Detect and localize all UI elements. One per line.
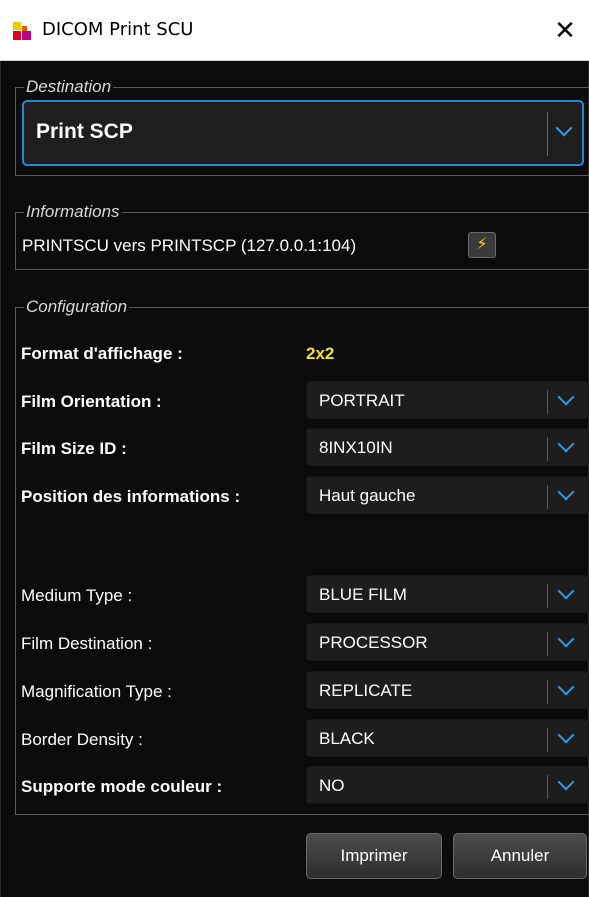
border-density-select[interactable]: BLACK [306,719,589,757]
chevron-down-icon [557,483,575,501]
cancel-button[interactable]: Annuler [453,833,587,879]
film-orientation-select[interactable]: PORTRAIT [306,381,589,419]
configuration-legend: Configuration [24,296,130,318]
film-destination-select[interactable]: PROCESSOR [306,623,589,661]
format-value: 2x2 [306,344,335,363]
film-destination-label: Film Destination : [21,634,153,653]
app-icon [13,22,31,40]
medium-type-value: BLUE FILM [319,585,407,604]
destination-select[interactable]: Print SCP [22,100,584,166]
title-bar: DICOM Print SCU ✕ [0,0,589,61]
medium-type-select[interactable]: BLUE FILM [306,575,589,613]
print-button[interactable]: Imprimer [306,833,442,879]
chevron-down-icon [557,435,575,453]
dialog-body: Destination Print SCP Informations PRINT… [0,61,589,897]
chevron-down-icon [557,726,575,744]
dropdown-separator [547,112,548,156]
chevron-down-icon [557,582,575,600]
dropdown-separator [547,728,548,752]
color-mode-label: Supporte mode couleur : [21,777,223,796]
informations-legend: Informations [24,201,122,223]
dropdown-separator [547,390,548,414]
medium-type-label: Medium Type : [21,586,133,605]
informations-group: Informations PRINTSCU vers PRINTSCP (127… [15,201,589,270]
window-title: DICOM Print SCU [42,19,194,40]
chevron-down-icon [557,388,575,406]
destination-legend: Destination [24,76,114,98]
close-icon[interactable]: ✕ [541,0,589,61]
chevron-down-icon [557,678,575,696]
magnification-type-select[interactable]: REPLICATE [306,671,589,709]
film-size-label: Film Size ID : [21,439,127,458]
color-mode-value: NO [319,776,345,795]
color-mode-select[interactable]: NO [306,766,589,804]
dropdown-separator [547,680,548,704]
film-size-select[interactable]: 8INX10IN [306,428,589,466]
destination-value: Print SCP [36,120,133,143]
magnification-type-value: REPLICATE [319,681,413,700]
info-position-label: Position des informations : [21,487,241,506]
info-position-select[interactable]: Haut gauche [306,476,589,514]
connection-info: PRINTSCU vers PRINTSCP (127.0.0.1:104) [22,236,357,255]
dropdown-separator [547,632,548,656]
info-position-value: Haut gauche [319,486,416,505]
border-density-label: Border Density : [21,730,143,749]
film-orientation-label: Film Orientation : [21,392,162,411]
dropdown-separator [547,584,548,608]
dropdown-separator [547,485,548,509]
destination-group: Destination Print SCP [15,76,589,176]
film-destination-value: PROCESSOR [319,633,428,652]
magnification-type-label: Magnification Type : [21,682,172,701]
chevron-down-icon [557,773,575,791]
chevron-down-icon [555,119,573,137]
dropdown-separator [547,437,548,461]
film-orientation-value: PORTRAIT [319,391,405,410]
film-size-value: 8INX10IN [319,438,393,457]
lightning-icon[interactable]: ⚡ [468,232,496,258]
border-density-value: BLACK [319,729,375,748]
dropdown-separator [547,775,548,799]
format-label: Format d'affichage : [21,344,183,363]
chevron-down-icon [557,630,575,648]
